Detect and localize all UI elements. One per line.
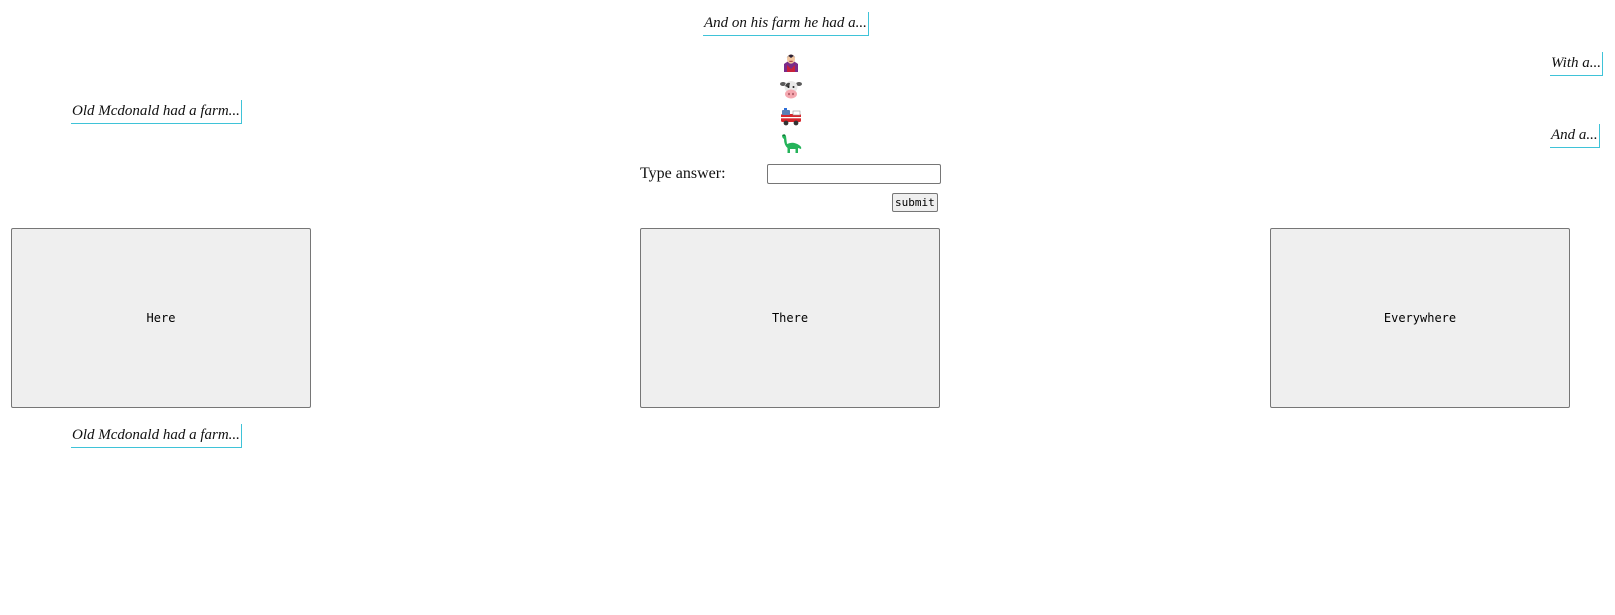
answer-input[interactable] bbox=[767, 164, 941, 184]
vampire-icon bbox=[779, 50, 803, 74]
answer-label: Type answer: bbox=[640, 165, 726, 182]
fire-engine-icon bbox=[779, 104, 803, 128]
lyric-right-lower: And a... bbox=[1550, 124, 1600, 148]
choice-everywhere-button[interactable]: Everywhere bbox=[1270, 228, 1570, 408]
lyric-top-center: And on his farm he had a... bbox=[703, 12, 869, 36]
submit-button[interactable]: submit bbox=[892, 193, 938, 212]
cow-face-icon bbox=[779, 77, 803, 101]
lyric-left-upper: Old Mcdonald had a farm... bbox=[71, 100, 242, 124]
choice-here-button[interactable]: Here bbox=[11, 228, 311, 408]
lyric-right-upper: With a... bbox=[1550, 52, 1604, 76]
sauropod-icon bbox=[779, 131, 803, 155]
lyric-left-lower: Old Mcdonald had a farm... bbox=[71, 424, 242, 448]
choice-there-button[interactable]: There bbox=[640, 228, 940, 408]
